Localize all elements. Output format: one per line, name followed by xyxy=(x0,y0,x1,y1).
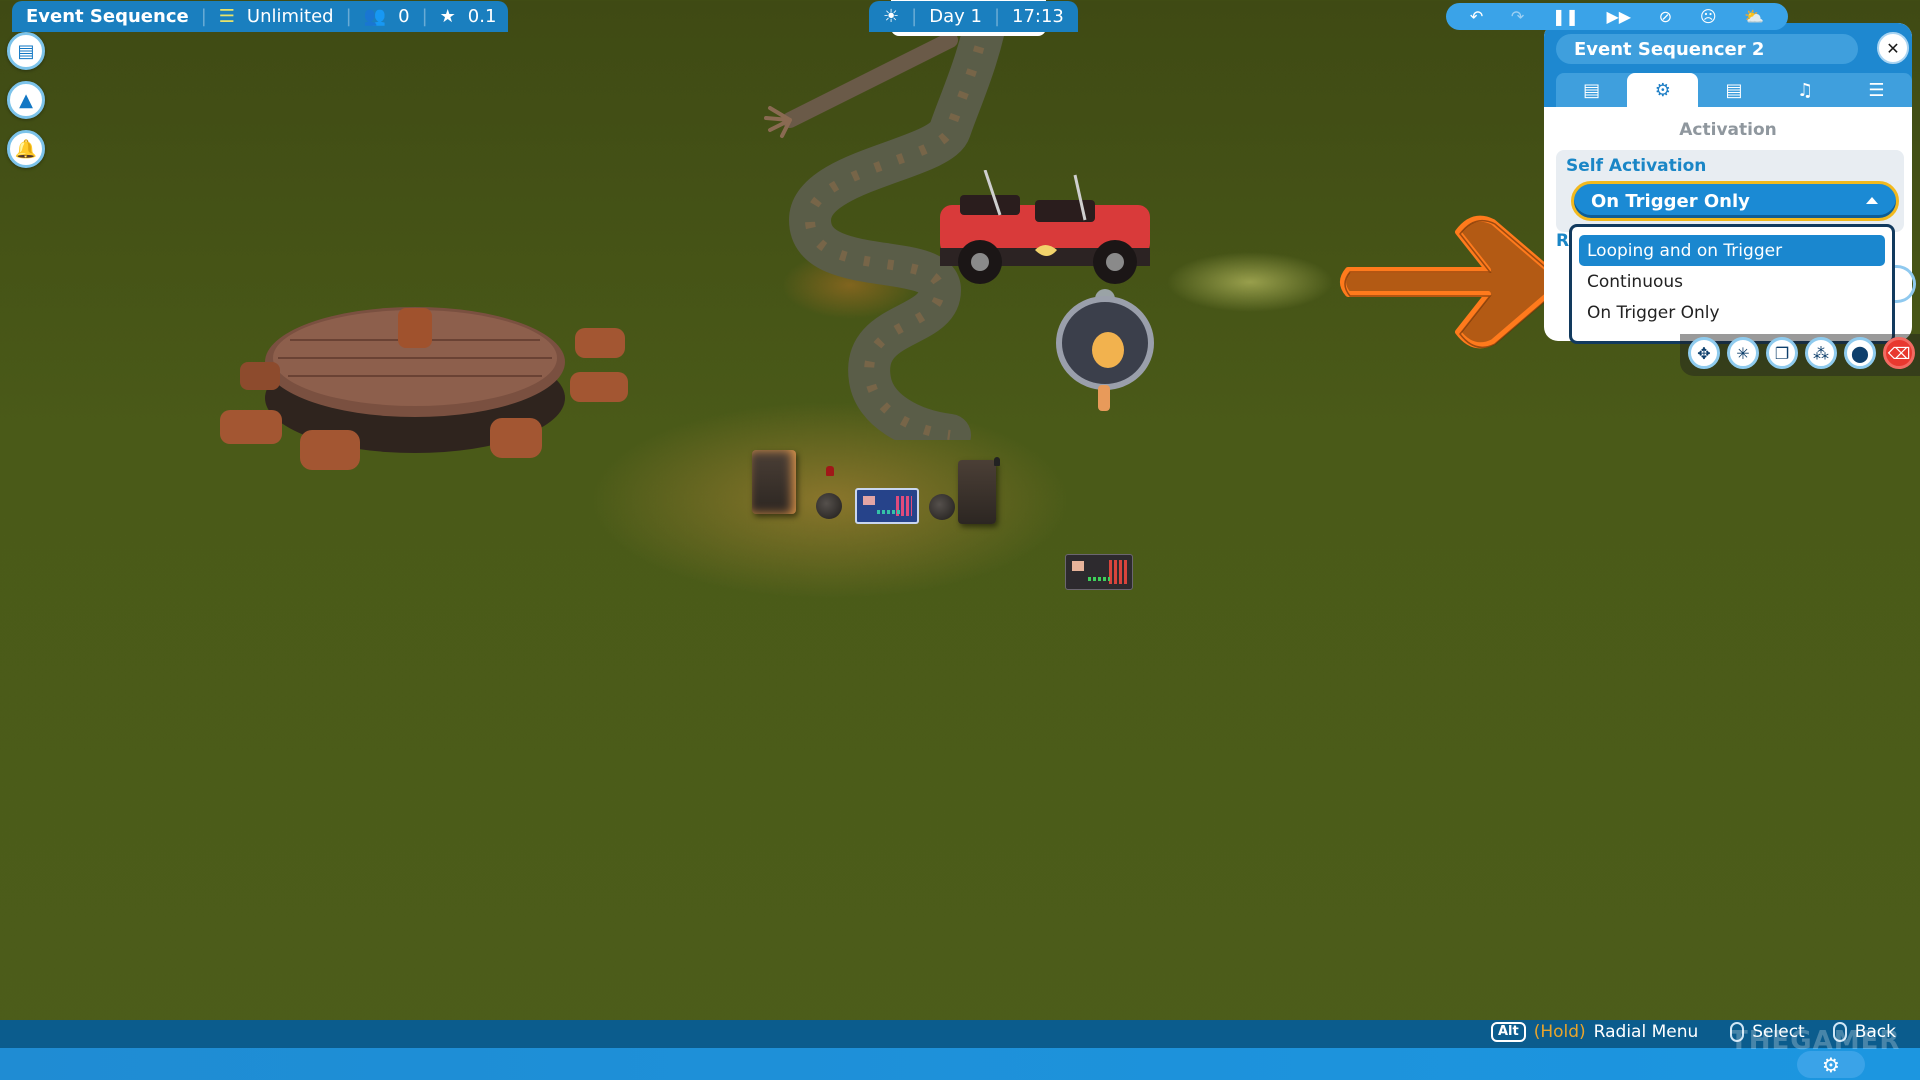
time-value[interactable]: 17:13 xyxy=(1012,6,1064,27)
self-activation-label: Self Activation xyxy=(1566,156,1707,176)
option-on-trigger-only[interactable]: On Trigger Only xyxy=(1579,297,1885,328)
option-continuous[interactable]: Continuous xyxy=(1579,266,1885,297)
date-time: ☀ | Day 1 | 17:13 xyxy=(869,1,1078,32)
budget-value[interactable]: Unlimited xyxy=(247,6,334,27)
star-icon: ★ xyxy=(439,6,456,27)
light-pod[interactable] xyxy=(929,494,955,520)
duplicate-icon[interactable]: ❐ xyxy=(1766,337,1798,369)
redo-icon[interactable]: ↷ xyxy=(1511,7,1524,26)
select-value: On Trigger Only xyxy=(1591,190,1750,212)
event-sequencer-device[interactable] xyxy=(1065,554,1133,590)
park-info: Event Sequence | ☰ Unlimited | 👥 0 | ★ 0… xyxy=(12,1,509,32)
orange-arrow-annotation xyxy=(1340,215,1567,349)
tab-settings-gear-icon[interactable]: ⚙ xyxy=(1627,73,1699,107)
radial-menu-hint: Radial Menu xyxy=(1593,1022,1699,1042)
panel-tabs: ▤ ⚙ ▤ ♫ ☰ xyxy=(1556,73,1912,107)
cone-marker xyxy=(994,457,1000,466)
coins-stack-icon: ☰ xyxy=(218,6,235,27)
guests-value[interactable]: 0 xyxy=(398,6,409,27)
mixer-buttons xyxy=(1109,560,1127,584)
speaker-right[interactable] xyxy=(958,460,996,524)
speaker-left[interactable] xyxy=(752,450,796,514)
tab-music-icon[interactable]: ♫ xyxy=(1770,73,1841,107)
advanced-move-icon[interactable]: ⁂ xyxy=(1805,337,1837,369)
fast-forward-icon[interactable]: ▶▶ xyxy=(1606,7,1631,26)
alt-key-icon: Alt xyxy=(1490,1022,1526,1042)
control-console[interactable] xyxy=(855,488,919,524)
sun-icon: ☀ xyxy=(883,6,900,27)
tab-list-icon[interactable]: ☰ xyxy=(1841,73,1912,107)
light-pod[interactable] xyxy=(816,493,842,519)
divider: | xyxy=(200,6,207,27)
left-toolbar: ▤ ▲ 🔔 xyxy=(7,32,45,168)
bell-icon[interactable]: 🔔 xyxy=(7,130,45,168)
self-activation-dropdown: Looping and on Trigger Continuous On Tri… xyxy=(1569,224,1895,344)
divider: | xyxy=(421,6,428,27)
panel-header: Event Sequencer 2 ✕ ▤ ⚙ ▤ ♫ ☰ xyxy=(1544,23,1912,107)
mixer-sliders xyxy=(1088,577,1110,581)
weather-icon[interactable]: ⛅ xyxy=(1744,7,1764,26)
divider: | xyxy=(911,6,918,27)
console-screen xyxy=(863,496,875,505)
delete-icon[interactable]: ⌫ xyxy=(1883,337,1915,369)
pause-icon[interactable]: ❚❚ xyxy=(1552,7,1579,26)
red-buggy[interactable] xyxy=(925,170,1165,290)
self-activation-select[interactable]: On Trigger Only xyxy=(1571,181,1899,221)
cone-marker xyxy=(826,466,834,476)
camera-off-icon[interactable]: ⊘ xyxy=(1659,7,1672,26)
caret-up-icon xyxy=(1866,197,1878,204)
section-title: Activation xyxy=(1679,120,1777,140)
panel-title[interactable]: Event Sequencer 2 xyxy=(1556,34,1858,64)
snap-icon[interactable]: ✳ xyxy=(1727,337,1759,369)
day-value[interactable]: Day 1 xyxy=(929,6,982,27)
divider: | xyxy=(993,6,1001,27)
undo-icon[interactable]: ↶ xyxy=(1470,7,1483,26)
mode-name: Event Sequence xyxy=(26,6,189,27)
console-sliders xyxy=(877,510,901,514)
self-activation-field: Self Activation On Trigger Only xyxy=(1556,150,1904,232)
watermark: THEGAMER xyxy=(1730,1026,1901,1056)
rating-value[interactable]: 0.1 xyxy=(468,6,497,27)
hold-hint: (Hold) xyxy=(1533,1022,1586,1042)
object-toolbar: ✥ ✳ ❐ ⁂ ⬤ ⌫ xyxy=(1680,334,1920,376)
close-icon[interactable]: ✕ xyxy=(1877,32,1909,64)
game-controls: ↶ ↷ ❚❚ ▶▶ ⊘ ☹ ⛅ xyxy=(1446,3,1788,30)
partial-field-label: R xyxy=(1556,231,1570,251)
fan-effect[interactable] xyxy=(1050,285,1160,415)
status-bar xyxy=(0,1048,1920,1080)
option-looping-and-on-trigger[interactable]: Looping and on Trigger xyxy=(1579,235,1885,266)
guests-icon: 👥 xyxy=(363,6,387,27)
move-icon[interactable]: ✥ xyxy=(1688,337,1720,369)
terrain-add-icon[interactable]: ▲ xyxy=(7,81,45,119)
tab-info-clipboard-icon[interactable]: ▤ xyxy=(1556,73,1627,107)
divider: | xyxy=(345,6,352,27)
heatmap-face-icon[interactable]: ☹ xyxy=(1700,7,1717,26)
hint-bar: Alt (Hold) Radial Menu Select Back xyxy=(0,1020,1920,1050)
location-pin-icon[interactable]: ⬤ xyxy=(1844,337,1876,369)
mixer-screen xyxy=(1072,561,1084,571)
clipboard-icon[interactable]: ▤ xyxy=(7,32,45,70)
tab-clipboard-icon[interactable]: ▤ xyxy=(1698,73,1769,107)
wooden-wheel-table[interactable] xyxy=(200,280,630,470)
